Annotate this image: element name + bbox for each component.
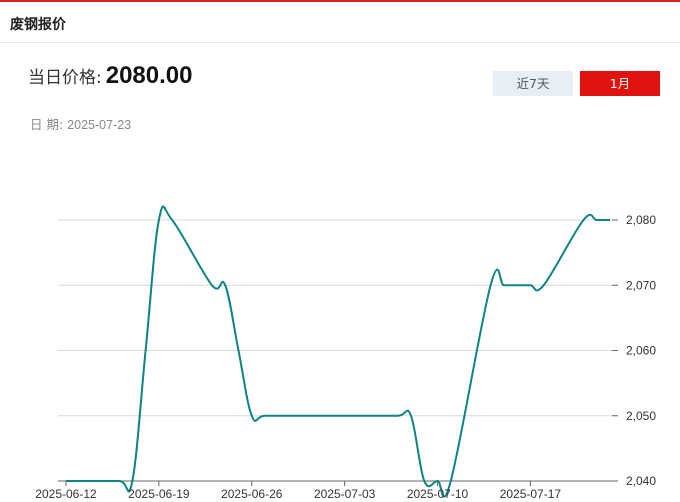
y-tick-label: 2,060 [626,344,656,358]
series-line [66,205,610,498]
y-tick-label: 2,070 [626,278,656,292]
x-tick-label: 2025-07-10 [407,487,469,501]
series-layer [66,205,610,498]
x-tick-label: 2025-07-17 [500,487,562,501]
y-tick-label: 2,080 [626,213,656,227]
y-axis: 2,040 2,050 2,060 2,070 2,080 [612,213,656,488]
y-tick-label: 2,050 [626,409,656,423]
x-axis: 2025-06-12 2025-06-19 2025-06-26 2025-07-03… [35,481,561,501]
y-tick-label: 2,040 [626,474,656,488]
x-tick-label: 2025-06-26 [221,487,283,501]
price-line-chart: 2,0402,0502,0602,0702,080 2025-06-12 2025… [35,205,656,501]
x-tick-label: 2025-07-03 [314,487,376,501]
grid-lines [58,219,612,482]
x-tick-label: 2025-06-19 [128,487,190,501]
x-tick-label: 2025-06-12 [35,487,97,501]
